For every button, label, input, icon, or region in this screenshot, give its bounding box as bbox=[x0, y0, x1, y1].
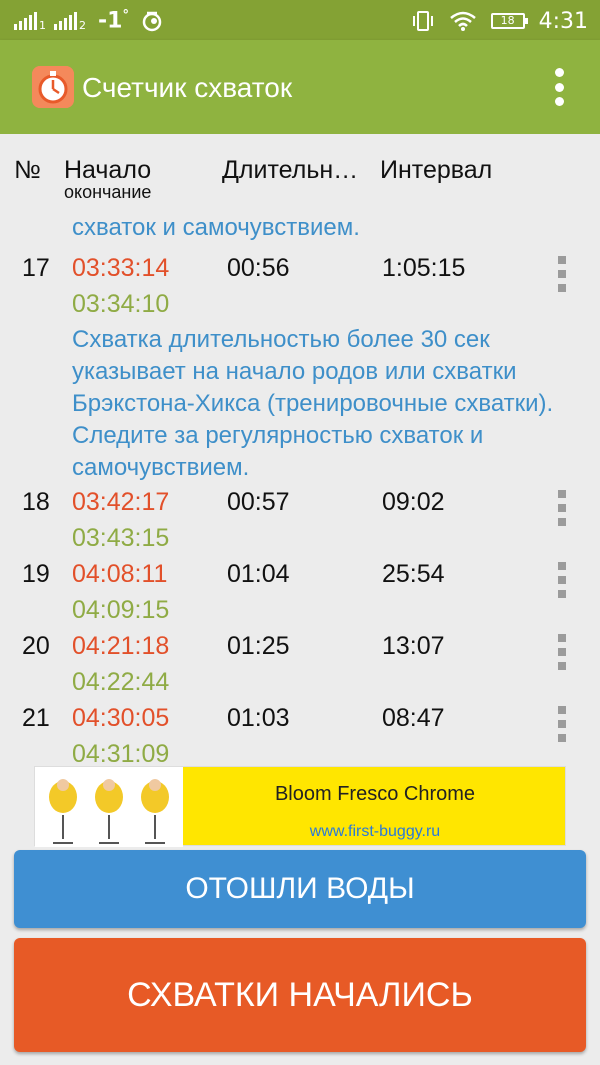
row-end-time: 04:22:44 bbox=[72, 668, 170, 696]
app-bar: Счетчик схваток bbox=[0, 40, 600, 134]
header-interval: Интервал bbox=[380, 156, 493, 184]
row-start-time: 04:08:11 bbox=[72, 560, 168, 588]
row-interval: 25:54 bbox=[382, 560, 445, 588]
overflow-menu-button[interactable] bbox=[552, 68, 566, 106]
wifi-icon bbox=[449, 11, 476, 31]
ad-link[interactable]: www.first-buggy.ru bbox=[183, 823, 567, 841]
row-more-icon[interactable] bbox=[556, 490, 568, 526]
clock: 4:31 bbox=[538, 8, 588, 34]
row-duration: 01:25 bbox=[227, 632, 290, 660]
row-start-time: 03:42:17 bbox=[72, 488, 170, 516]
water-broke-button[interactable]: ОТОШЛИ ВОДЫ bbox=[14, 850, 586, 928]
app-stopwatch-icon bbox=[32, 66, 74, 108]
dot-icon bbox=[554, 97, 564, 106]
ad-banner[interactable]: Bloom Fresco Chrome www.first-buggy.ru bbox=[34, 766, 567, 847]
contractions-list[interactable]: схваток и самочувствием. 17 03:33:14 03:… bbox=[0, 212, 600, 765]
row-end-time: 03:34:10 bbox=[72, 290, 170, 318]
signal-icon bbox=[14, 12, 37, 30]
table-header: № Начало окончание Длительн… Интервал bbox=[0, 134, 600, 212]
row-duration: 01:04 bbox=[227, 560, 290, 588]
row-number: 19 bbox=[22, 560, 50, 588]
row-duration: 00:57 bbox=[227, 488, 290, 516]
row-end-time: 04:31:09 bbox=[72, 740, 170, 765]
row-interval: 13:07 bbox=[382, 632, 445, 660]
vibrate-icon bbox=[412, 11, 433, 31]
row-start-time: 03:33:14 bbox=[72, 254, 170, 282]
battery-icon: 18 bbox=[490, 13, 528, 29]
ad-title: Bloom Fresco Chrome bbox=[274, 783, 476, 805]
header-number: № bbox=[14, 156, 41, 184]
row-end-time: 04:09:15 bbox=[72, 596, 170, 624]
header-duration: Длительн… bbox=[222, 156, 359, 184]
status-bar: 1 2 -1° 18 4:31 bbox=[0, 0, 600, 40]
row-number: 18 bbox=[22, 488, 50, 516]
dot-icon bbox=[554, 68, 564, 77]
header-end: окончание bbox=[64, 182, 152, 202]
row-start-time: 04:30:05 bbox=[72, 704, 170, 732]
row-more-icon[interactable] bbox=[556, 706, 568, 742]
sim1-label: 1 bbox=[39, 18, 46, 32]
row-duration: 01:03 bbox=[227, 704, 290, 732]
sim2-label: 2 bbox=[79, 18, 86, 32]
row-number: 17 bbox=[22, 254, 50, 282]
row-duration: 00:56 bbox=[227, 254, 290, 282]
row-more-icon[interactable] bbox=[556, 256, 568, 292]
app-title: Счетчик схваток bbox=[82, 72, 293, 103]
ad-highchair-image bbox=[35, 767, 183, 847]
row-start-time: 04:21:18 bbox=[72, 632, 170, 660]
row-number: 20 bbox=[22, 632, 50, 660]
row-interval: 08:47 bbox=[382, 704, 445, 732]
row-more-icon[interactable] bbox=[556, 562, 568, 598]
temperature: -1° bbox=[98, 8, 129, 34]
contractions-started-button[interactable]: СХВАТКИ НАЧАЛИСЬ bbox=[14, 938, 586, 1052]
row-interval: 09:02 bbox=[382, 488, 445, 516]
header-start: Начало bbox=[64, 156, 152, 184]
signal-icon bbox=[54, 12, 77, 30]
row-more-icon[interactable] bbox=[556, 634, 568, 670]
row-interval: 1:05:15 bbox=[382, 254, 466, 282]
dot-icon bbox=[554, 82, 564, 92]
row-end-time: 03:43:15 bbox=[72, 524, 170, 552]
list-note: схваток и самочувствием. bbox=[72, 214, 360, 241]
row-note: Схватка длительностью более 30 сек указы… bbox=[72, 326, 554, 481]
weather-moon-icon bbox=[142, 11, 162, 32]
row-number: 21 bbox=[22, 704, 50, 732]
